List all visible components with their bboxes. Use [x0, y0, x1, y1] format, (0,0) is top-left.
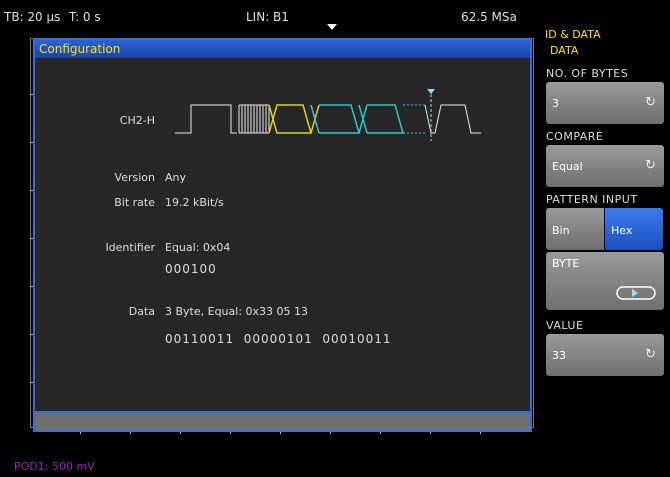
version-value: Any — [165, 171, 187, 184]
byte-selector[interactable]: BYTE — [546, 252, 664, 310]
bus-readout: LIN: B1 — [246, 10, 289, 24]
dialog-title: Configuration — [35, 40, 530, 58]
compare-value: Equal — [552, 160, 583, 173]
compare-control[interactable]: Equal ↻ — [546, 145, 664, 187]
bitrate-value: 19.2 kBit/s — [165, 196, 224, 209]
compare-label: COMPARE — [546, 130, 604, 143]
identifier-bits: 000100 — [165, 262, 217, 276]
byte-toggle-icon — [616, 286, 656, 300]
bitrate-label: Bit rate — [114, 196, 155, 209]
num-bytes-value: 3 — [552, 97, 559, 110]
data-bits: 00110011 00000101 00010011 — [165, 332, 392, 346]
rotary-knob-icon: ↻ — [645, 347, 656, 362]
status-bar: TB: 20 µs T: 0 s LIN: B1 62.5 MSa — [0, 0, 540, 26]
value-label: VALUE — [546, 319, 584, 332]
dialog-footer — [35, 411, 530, 430]
softkey-panel: ID & DATA DATA NO. OF BYTES 3 ↻ COMPARE … — [541, 20, 670, 477]
version-label: Version — [114, 171, 155, 184]
num-bytes-control[interactable]: 3 ↻ — [546, 82, 664, 124]
byte-label: BYTE — [552, 257, 580, 270]
rotary-knob-icon: ↻ — [645, 158, 656, 173]
sample-rate-readout: 62.5 MSa — [461, 10, 517, 24]
pattern-bin-button[interactable]: Bin — [546, 208, 604, 250]
pattern-hex-button[interactable]: Hex — [605, 208, 663, 250]
identifier-value: Equal: 0x04 — [165, 241, 231, 254]
timebase-readout: TB: 20 µs — [4, 10, 61, 24]
trigger-time-readout: T: 0 s — [69, 10, 101, 24]
data-label: Data — [128, 305, 155, 318]
probe-readout: POD1: 500 mV — [14, 460, 95, 473]
signal-label: CH2-H — [119, 114, 155, 127]
value-control[interactable]: 33 ↻ — [546, 334, 664, 376]
pattern-input-label: PATTERN INPUT — [546, 193, 638, 206]
rotary-knob-icon: ↻ — [645, 95, 656, 110]
identifier-label: Identifier — [105, 241, 155, 254]
num-bytes-label: NO. OF BYTES — [546, 67, 629, 80]
panel-title: ID & DATA — [545, 28, 601, 41]
lin-waveform — [175, 89, 481, 141]
panel-subtitle: DATA — [550, 44, 579, 57]
configuration-dialog: Configuration CH2-H Version Any Bit rate… — [33, 38, 532, 432]
data-value: 3 Byte, Equal: 0x33 05 13 — [165, 305, 309, 318]
value-value: 33 — [552, 349, 566, 362]
